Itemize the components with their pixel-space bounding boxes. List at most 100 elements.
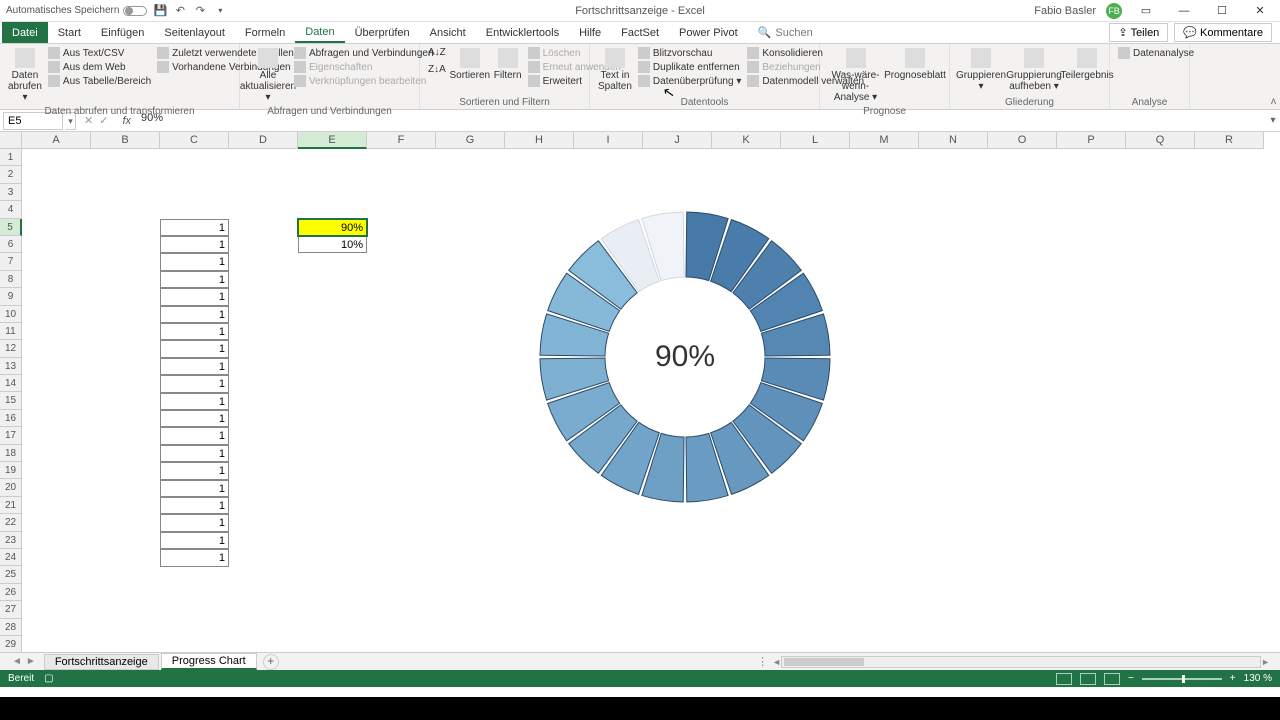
row-header[interactable]: 5 (0, 219, 22, 236)
ungroup-button[interactable]: Gruppierung aufheben ▾ (1008, 46, 1060, 94)
tab-formeln[interactable]: Formeln (235, 22, 295, 43)
queries-connections-button[interactable]: Abfragen und Verbindungen (292, 46, 436, 60)
progress-donut-chart[interactable]: 90% (520, 192, 850, 522)
column-header[interactable]: C (160, 132, 229, 149)
sheet-tab-active[interactable]: Progress Chart (161, 653, 257, 670)
minimize-icon[interactable]: — (1170, 2, 1198, 20)
scroll-left-icon[interactable]: ◄ (772, 657, 781, 667)
zoom-slider[interactable] (1142, 678, 1222, 680)
cell[interactable]: 1 (160, 219, 229, 236)
horizontal-scrollbar[interactable] (781, 656, 1261, 668)
whatif-button[interactable]: Was-wäre-wenn-Analyse ▾ (826, 46, 885, 105)
cell[interactable]: 1 (160, 236, 229, 253)
column-header[interactable]: R (1195, 132, 1264, 149)
filter-button[interactable]: Filtern (492, 46, 524, 83)
row-header[interactable]: 9 (0, 288, 22, 305)
row-header[interactable]: 18 (0, 445, 22, 462)
row-header[interactable]: 17 (0, 427, 22, 444)
zoom-out-icon[interactable]: − (1128, 673, 1134, 684)
scroll-right-icon[interactable]: ► (1261, 657, 1270, 667)
row-header[interactable]: 11 (0, 323, 22, 340)
row-header[interactable]: 7 (0, 253, 22, 270)
tab-file[interactable]: Datei (2, 22, 48, 43)
tab-einfuegen[interactable]: Einfügen (91, 22, 154, 43)
cell[interactable]: 1 (160, 253, 229, 270)
cell[interactable]: 1 (160, 375, 229, 392)
row-header[interactable]: 16 (0, 410, 22, 427)
get-data-button[interactable]: Daten abrufen ▾ (6, 46, 44, 105)
tab-factset[interactable]: FactSet (611, 22, 669, 43)
cell[interactable]: 1 (160, 306, 229, 323)
from-text-csv-button[interactable]: Aus Text/CSV (46, 46, 153, 60)
column-header[interactable]: P (1057, 132, 1126, 149)
expand-formula-bar-icon[interactable]: ▾ (1266, 115, 1280, 126)
column-header[interactable]: F (367, 132, 436, 149)
cell[interactable]: 1 (160, 462, 229, 479)
remove-duplicates-button[interactable]: Duplikate entfernen (636, 60, 743, 74)
forecast-sheet-button[interactable]: Prognoseblatt (887, 46, 943, 83)
column-header[interactable]: Q (1126, 132, 1195, 149)
column-header[interactable]: I (574, 132, 643, 149)
row-header[interactable]: 14 (0, 375, 22, 392)
column-header[interactable]: O (988, 132, 1057, 149)
page-break-view-icon[interactable] (1104, 673, 1120, 685)
cell[interactable]: 1 (160, 497, 229, 514)
row-header[interactable]: 6 (0, 236, 22, 253)
refresh-all-button[interactable]: Alle aktualisieren ▾ (246, 46, 290, 105)
row-header[interactable]: 4 (0, 201, 22, 218)
spreadsheet-grid[interactable]: ABCDEFGHIJKLMNOPQR 123456789101112131415… (0, 132, 1280, 652)
row-header[interactable]: 20 (0, 479, 22, 496)
row-header[interactable]: 22 (0, 514, 22, 531)
sort-button[interactable]: Sortieren (450, 46, 490, 83)
select-all-corner[interactable] (0, 132, 22, 149)
row-header[interactable]: 19 (0, 462, 22, 479)
cell[interactable]: 1 (160, 358, 229, 375)
text-to-columns-button[interactable]: Text in Spalten (596, 46, 634, 94)
row-header[interactable]: 13 (0, 358, 22, 375)
flash-fill-button[interactable]: Blitzvorschau (636, 46, 743, 60)
data-analysis-button[interactable]: Datenanalyse (1116, 46, 1196, 60)
sort-za-button[interactable]: Z↓A (426, 63, 448, 76)
column-header[interactable]: M (850, 132, 919, 149)
collapse-ribbon-icon[interactable]: ʌ (1271, 96, 1276, 107)
cell[interactable]: 1 (160, 514, 229, 531)
sheet-nav-prev-icon[interactable]: ◄ (12, 656, 22, 667)
row-header[interactable]: 10 (0, 306, 22, 323)
subtotal-button[interactable]: Teilergebnis (1062, 46, 1112, 83)
cell[interactable]: 1 (160, 549, 229, 566)
add-sheet-button[interactable]: + (263, 654, 279, 670)
row-header[interactable]: 3 (0, 184, 22, 201)
row-header[interactable]: 21 (0, 497, 22, 514)
row-header[interactable]: 12 (0, 340, 22, 357)
column-header[interactable]: H (505, 132, 574, 149)
row-header[interactable]: 23 (0, 532, 22, 549)
row-header[interactable]: 2 (0, 166, 22, 183)
tab-daten[interactable]: Daten (295, 22, 344, 43)
tab-start[interactable]: Start (48, 22, 91, 43)
cell[interactable]: 1 (160, 288, 229, 305)
column-header[interactable]: G (436, 132, 505, 149)
maximize-icon[interactable]: ☐ (1208, 2, 1236, 20)
zoom-in-icon[interactable]: + (1230, 673, 1236, 684)
cell[interactable]: 1 (160, 323, 229, 340)
undo-icon[interactable]: ↶ (173, 4, 187, 18)
from-web-button[interactable]: Aus dem Web (46, 60, 153, 74)
cell[interactable]: 1 (160, 445, 229, 462)
cell[interactable]: 1 (160, 410, 229, 427)
row-header[interactable]: 15 (0, 392, 22, 409)
row-header[interactable]: 28 (0, 619, 22, 636)
qat-customize-icon[interactable]: ▾ (213, 4, 227, 18)
tab-ansicht[interactable]: Ansicht (420, 22, 476, 43)
row-header[interactable]: 29 (0, 636, 22, 652)
from-table-button[interactable]: Aus Tabelle/Bereich (46, 74, 153, 88)
tab-seitenlayout[interactable]: Seitenlayout (154, 22, 235, 43)
normal-view-icon[interactable] (1056, 673, 1072, 685)
column-header[interactable]: D (229, 132, 298, 149)
search-input[interactable]: 🔍 Suchen (758, 22, 813, 43)
column-header[interactable]: B (91, 132, 160, 149)
data-validation-button[interactable]: Datenüberprüfung ▾ (636, 74, 743, 88)
row-header[interactable]: 1 (0, 149, 22, 166)
cell[interactable]: 1 (160, 427, 229, 444)
comments-button[interactable]: 💬Kommentare (1174, 23, 1272, 42)
cell[interactable]: 1 (160, 271, 229, 288)
